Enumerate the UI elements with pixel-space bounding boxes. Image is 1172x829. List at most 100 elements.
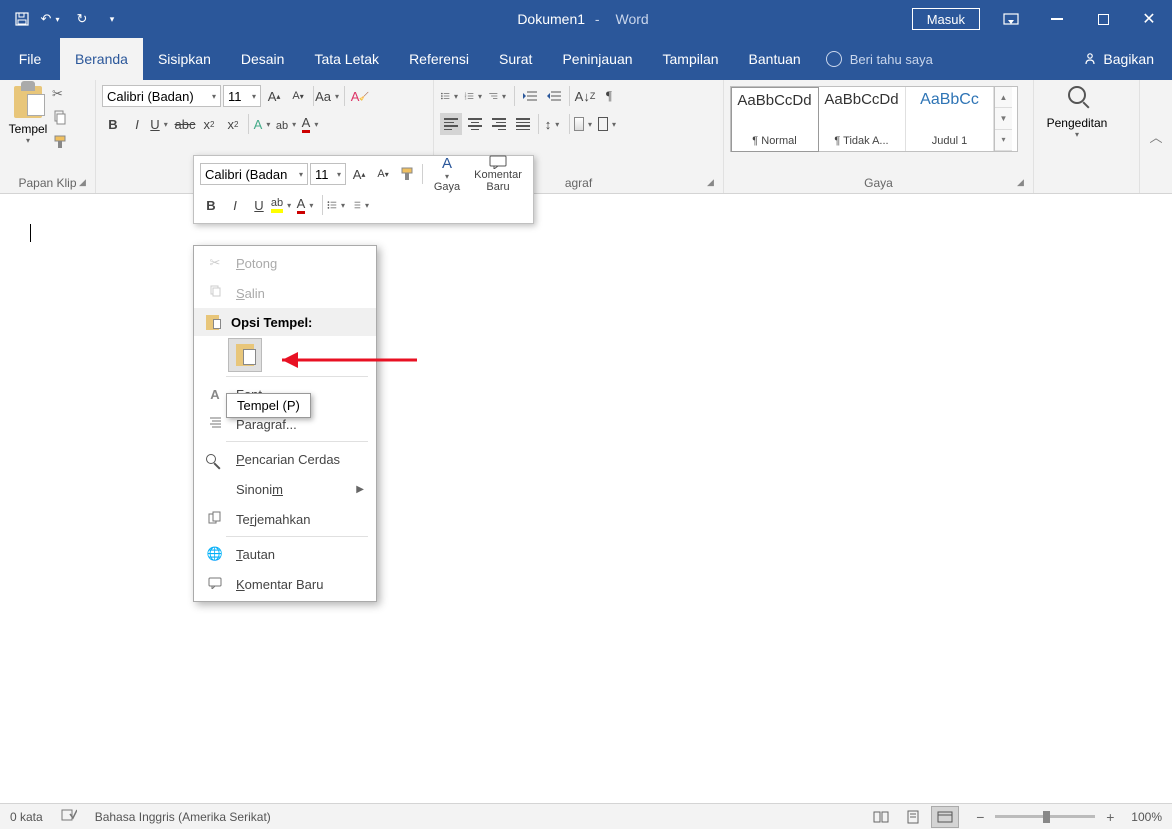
mt-styles-button[interactable]: A▾ Gaya — [427, 155, 467, 193]
editing-button[interactable]: Pengeditan ▾ — [1034, 80, 1120, 139]
increase-indent-icon[interactable] — [543, 85, 565, 107]
styles-gallery[interactable]: AaBbCcDd ¶ Normal AaBbCcDd ¶ Tidak A... … — [730, 86, 1018, 152]
pilcrow-icon[interactable]: ¶ — [598, 85, 620, 107]
shading-icon[interactable]: ▾ — [574, 113, 596, 135]
bullets-icon[interactable]: ▾ — [440, 85, 462, 107]
read-mode-icon[interactable] — [867, 806, 895, 828]
sort-icon[interactable]: A↓Z — [574, 85, 596, 107]
web-layout-icon[interactable] — [931, 806, 959, 828]
zoom-level[interactable]: 100% — [1131, 810, 1162, 824]
paragraph-launcher-icon[interactable]: ◢ — [707, 177, 719, 189]
close-icon[interactable]: ✕ — [1126, 0, 1172, 38]
tab-beranda[interactable]: Beranda — [60, 38, 143, 80]
styles-launcher-icon[interactable]: ◢ — [1017, 177, 1029, 189]
ctx-translate[interactable]: Terjemahkan — [194, 504, 376, 534]
clipboard-launcher-icon[interactable]: ◢ — [79, 177, 91, 189]
justify-icon[interactable] — [512, 113, 534, 135]
minimize-icon[interactable] — [1034, 0, 1080, 38]
strike-icon[interactable]: abc — [174, 113, 196, 135]
display-mode-icon[interactable] — [988, 0, 1034, 38]
tooltip: Tempel (P) — [226, 393, 311, 418]
language-indicator[interactable]: Bahasa Inggris (Amerika Serikat) — [95, 810, 271, 824]
mt-font-name[interactable]: ▾ — [200, 163, 308, 185]
numbering-icon[interactable]: 123▾ — [464, 85, 486, 107]
shrink-font-icon[interactable]: A▾ — [287, 85, 309, 107]
tab-tampilan[interactable]: Tampilan — [648, 38, 734, 80]
maximize-icon[interactable] — [1080, 0, 1126, 38]
format-painter-icon[interactable] — [52, 134, 70, 152]
change-case-icon[interactable]: Aa▾ — [318, 85, 340, 107]
tab-bantuan[interactable]: Bantuan — [734, 38, 816, 80]
mt-font-color-icon[interactable]: A▾ — [296, 194, 318, 216]
highlight-icon[interactable]: ab▾ — [277, 113, 299, 135]
mt-font-size[interactable]: ▾ — [310, 163, 346, 185]
mt-highlight-icon[interactable]: ab▾ — [272, 194, 294, 216]
font-size-dropdown[interactable]: ▾ — [223, 85, 261, 107]
style-no-spacing[interactable]: AaBbCcDd ¶ Tidak A... — [818, 87, 906, 151]
subscript-icon[interactable]: x2 — [198, 113, 220, 135]
cut-icon: ✂ — [206, 255, 224, 271]
styles-scroll-down-icon[interactable]: ▼ — [995, 108, 1012, 129]
paste-button[interactable]: Tempel ▾ — [6, 82, 50, 162]
tab-surat[interactable]: Surat — [484, 38, 547, 80]
multilevel-icon[interactable]: ▾ — [488, 85, 510, 107]
style-normal[interactable]: AaBbCcDd ¶ Normal — [731, 87, 819, 152]
redo-icon[interactable]: ↻ — [70, 7, 94, 31]
zoom-slider[interactable] — [995, 815, 1095, 818]
tab-desain[interactable]: Desain — [226, 38, 300, 80]
zoom-out-icon[interactable]: − — [971, 809, 989, 825]
customize-qat-icon[interactable]: ▾ — [100, 7, 124, 31]
ctx-copy[interactable]: Salin — [194, 278, 376, 308]
mt-bullets-icon[interactable]: ▾ — [327, 194, 349, 216]
tab-referensi[interactable]: Referensi — [394, 38, 484, 80]
save-icon[interactable] — [10, 7, 34, 31]
share-button[interactable]: Bagikan — [1065, 38, 1172, 80]
mt-shrink-font-icon[interactable]: A▾ — [372, 163, 394, 185]
styles-expand-icon[interactable]: ▾ — [995, 130, 1012, 151]
zoom-in-icon[interactable]: + — [1101, 809, 1119, 825]
collapse-ribbon-icon[interactable]: ︿ — [1140, 80, 1172, 193]
font-name-dropdown[interactable]: ▾ — [102, 85, 221, 107]
tab-sisipkan[interactable]: Sisipkan — [143, 38, 226, 80]
mt-comment-button[interactable]: Komentar Baru — [469, 155, 527, 193]
cut-icon[interactable]: ✂ — [52, 86, 70, 104]
copy-icon[interactable] — [52, 110, 70, 128]
italic-icon[interactable]: I — [126, 113, 148, 135]
word-count[interactable]: 0 kata — [10, 810, 43, 824]
borders-icon[interactable]: ▾ — [598, 113, 620, 135]
grow-font-icon[interactable]: A▴ — [263, 85, 285, 107]
line-spacing-icon[interactable]: ↕▾ — [543, 113, 565, 135]
mt-bold-icon[interactable]: B — [200, 194, 222, 216]
ctx-link[interactable]: 🌐Tautan — [194, 539, 376, 569]
text-effects-icon[interactable]: A▾ — [253, 113, 275, 135]
ctx-cut[interactable]: ✂Potong — [194, 248, 376, 278]
print-layout-icon[interactable] — [899, 806, 927, 828]
mt-grow-font-icon[interactable]: A▴ — [348, 163, 370, 185]
tab-file[interactable]: File — [0, 38, 60, 80]
decrease-indent-icon[interactable] — [519, 85, 541, 107]
underline-icon[interactable]: U▾ — [150, 113, 172, 135]
tell-me-search[interactable]: Beri tahu saya — [826, 38, 933, 80]
mt-numbering-icon[interactable]: ▾ — [351, 194, 373, 216]
align-center-icon[interactable] — [464, 113, 486, 135]
mt-italic-icon[interactable]: I — [224, 194, 246, 216]
clipboard-icon — [14, 86, 42, 118]
bold-icon[interactable]: B — [102, 113, 124, 135]
styles-scroll-up-icon[interactable]: ▲ — [995, 87, 1012, 108]
superscript-icon[interactable]: x2 — [222, 113, 244, 135]
font-color-icon[interactable]: A▾ — [301, 113, 323, 135]
tab-tata-letak[interactable]: Tata Letak — [299, 38, 394, 80]
spellcheck-icon[interactable] — [61, 808, 77, 825]
align-right-icon[interactable] — [488, 113, 510, 135]
style-heading1[interactable]: AaBbCc Judul 1 — [906, 87, 994, 151]
align-left-icon[interactable] — [440, 113, 462, 135]
tab-peninjauan[interactable]: Peninjauan — [547, 38, 647, 80]
ctx-synonym[interactable]: Sinonim▶ — [194, 474, 376, 504]
mt-underline-icon[interactable]: U — [248, 194, 270, 216]
ctx-smart-lookup[interactable]: Pencarian Cerdas — [194, 444, 376, 474]
undo-icon[interactable]: ↶▾ — [40, 7, 64, 31]
mt-format-painter-icon[interactable] — [396, 163, 418, 185]
ctx-new-comment[interactable]: Komentar Baru — [194, 569, 376, 599]
login-button[interactable]: Masuk — [912, 8, 980, 30]
clear-format-icon[interactable]: A🧹 — [349, 85, 371, 107]
